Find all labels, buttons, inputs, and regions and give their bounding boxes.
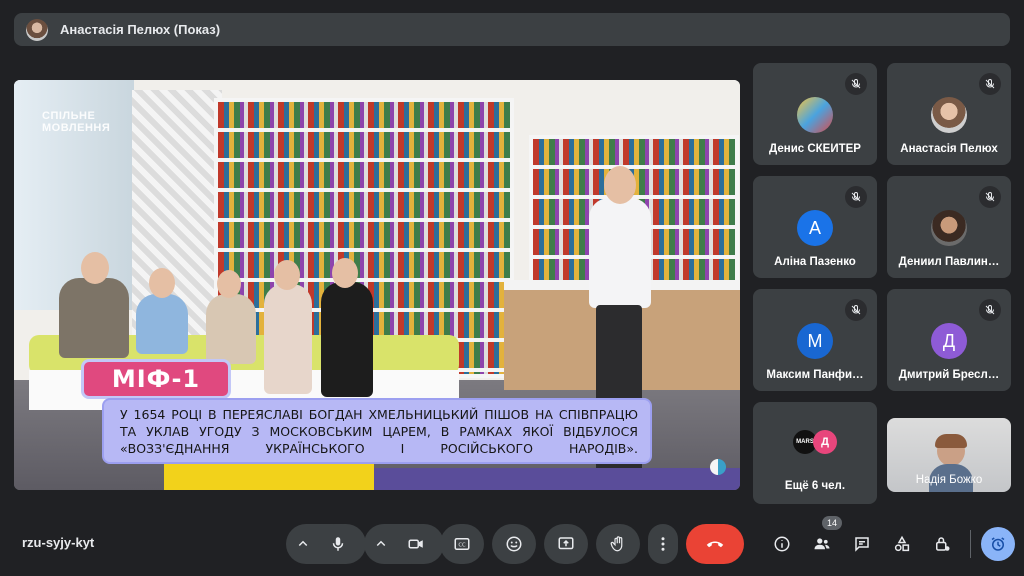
shared-screen[interactable]: СПІЛЬНЕ МОВЛЕННЯ МІФ-1 У 1654 РОЦІ В ПЕР… — [14, 80, 740, 490]
emoji-button[interactable] — [492, 524, 536, 564]
guest-5 — [321, 282, 373, 397]
avatar — [931, 97, 967, 133]
participant-name: Надія Божко — [915, 474, 983, 486]
meeting-code: rzu-syjy-kyt — [22, 535, 95, 550]
participant-tile[interactable]: Д Дмитрий Бресл… — [887, 289, 1011, 391]
participant-name: Максим Панфи… — [766, 369, 864, 381]
host-controls-icon — [936, 537, 950, 551]
meeting-info-button[interactable] — [770, 532, 794, 556]
guest-4 — [264, 284, 312, 394]
more-participants-label: Ещё 6 чел. — [784, 480, 846, 492]
participant-name: Дениил Павлин… — [898, 256, 1000, 268]
end-call-button[interactable] — [686, 524, 744, 564]
more-options-button[interactable] — [648, 524, 678, 564]
svg-text:CC: CC — [458, 542, 466, 548]
participant-name: Аліна Пазенко — [774, 256, 856, 268]
more-participants-avatars: MARS Д — [789, 430, 849, 454]
present-icon — [558, 537, 574, 550]
timer-icon — [991, 537, 1005, 551]
chevron-up-icon[interactable] — [294, 535, 312, 553]
guest-5-head — [332, 258, 358, 288]
captions-button[interactable]: CC — [440, 524, 484, 564]
participant-name: Дмитрий Бресл… — [898, 369, 1000, 381]
chevron-up-icon[interactable] — [372, 535, 390, 553]
activities-button[interactable] — [890, 532, 914, 556]
microphone-icon[interactable] — [318, 524, 358, 564]
host-head — [604, 166, 636, 204]
guest-2 — [136, 294, 188, 354]
participant-tile[interactable]: А Аліна Пазенко — [753, 176, 877, 278]
more-participants-tile[interactable]: MARS Д Ещё 6 чел. — [753, 402, 877, 504]
avatar — [797, 97, 833, 133]
mic-off-icon — [845, 186, 867, 208]
participant-tile[interactable]: Анастасія Пелюх — [887, 63, 1011, 165]
camera-control[interactable] — [364, 524, 444, 564]
avatar: А — [797, 210, 833, 246]
participant-tile[interactable]: М Максим Панфи… — [753, 289, 877, 391]
mic-off-icon — [979, 73, 1001, 95]
activities-icon — [894, 535, 910, 552]
guest-3-head — [217, 270, 241, 298]
toolbar-divider — [970, 530, 971, 558]
guest-4-head — [274, 260, 300, 290]
avatar: Д — [931, 323, 967, 359]
broadcast-corner-icon — [710, 459, 726, 475]
host-controls-button[interactable] — [930, 532, 954, 556]
raise-hand-button[interactable] — [596, 524, 640, 564]
mic-off-icon — [845, 73, 867, 95]
purple-rug — [374, 468, 740, 490]
more-vert-icon — [661, 537, 665, 551]
participant-tile[interactable]: Дениил Павлин… — [887, 176, 1011, 278]
guest-3 — [206, 294, 256, 364]
mini-avatar: Д — [813, 430, 837, 454]
people-icon — [814, 538, 830, 550]
participant-name: Анастасія Пелюх — [900, 143, 998, 155]
info-icon — [774, 536, 790, 552]
participants-count-badge: 14 — [822, 516, 842, 530]
participant-tile-camera[interactable]: Надія Божко — [887, 418, 1011, 492]
mic-off-icon — [845, 299, 867, 321]
participant-tile[interactable]: Денис СКЕЙТЕР — [753, 63, 877, 165]
present-button[interactable] — [544, 524, 588, 564]
channel-logo-line2: МОВЛЕННЯ — [42, 122, 111, 134]
presenter-avatar — [26, 18, 48, 41]
presenter-name: Анастасія Пелюх (Показ) — [60, 22, 221, 37]
myth-caption: У 1654 РОЦІ В ПЕРЕЯСЛАВІ БОГДАН ХМЕЛЬНИЦ… — [102, 398, 652, 464]
guest-1 — [59, 278, 129, 358]
chat-button[interactable] — [850, 532, 874, 556]
participant-name: Денис СКЕЙТЕР — [769, 143, 861, 155]
avatar — [931, 210, 967, 246]
presenter-banner: Анастасія Пелюх (Показ) — [14, 13, 1010, 46]
captions-icon: CC — [454, 538, 470, 550]
channel-logo-line1: СПІЛЬНЕ — [42, 110, 96, 122]
myth-label: МІФ-1 — [81, 359, 231, 399]
microphone-control[interactable] — [286, 524, 366, 564]
mic-off-icon — [979, 299, 1001, 321]
camera-icon[interactable] — [396, 524, 436, 564]
guest-1-head — [81, 252, 109, 284]
mic-off-icon — [979, 186, 1001, 208]
emoji-icon — [506, 536, 522, 552]
chat-icon — [855, 537, 869, 552]
guest-2-head — [149, 268, 175, 298]
avatar: М — [797, 323, 833, 359]
channel-logo: СПІЛЬНЕ МОВЛЕННЯ — [42, 110, 110, 134]
timer-button[interactable] — [981, 527, 1015, 561]
people-button[interactable] — [810, 532, 834, 556]
raise-hand-icon — [610, 536, 623, 552]
host-torso — [589, 198, 651, 308]
end-call-icon — [706, 541, 724, 548]
